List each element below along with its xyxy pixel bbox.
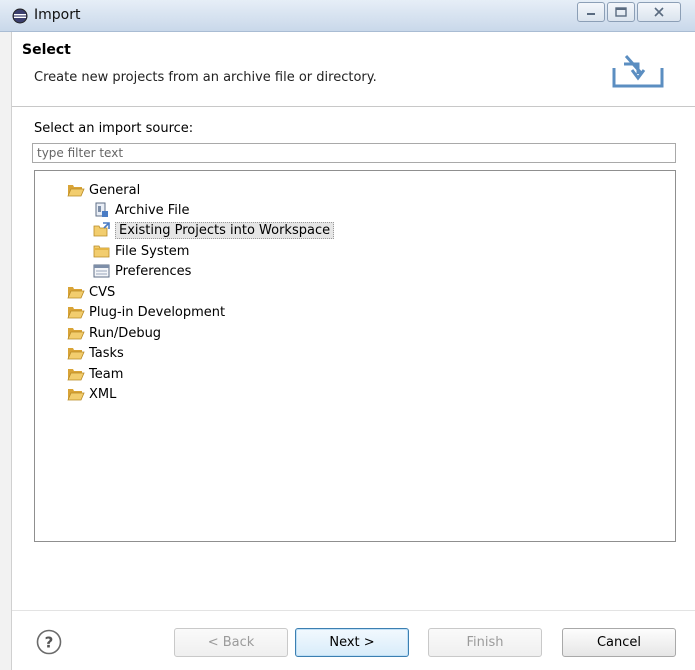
window-title: Import [34,7,81,23]
svg-text:?: ? [45,634,54,652]
minimize-button[interactable] [577,2,605,22]
tree-item-label: Archive File [115,202,190,218]
folder-open-icon [67,345,85,361]
page-title: Select [22,42,71,58]
tree-item-label: Tasks [89,345,124,361]
tree-item-tasks[interactable]: Tasks [67,343,124,363]
tree-item-team[interactable]: Team [67,364,123,384]
filter-input[interactable] [32,143,676,163]
tree-item-xml[interactable]: XML [67,384,116,404]
eclipse-icon [11,8,29,24]
tree-item-general[interactable]: General [67,180,140,200]
minimize-icon [587,13,595,15]
tree-item-label: Team [89,366,124,382]
tree-item-label: Preferences [115,263,192,279]
folder-open-icon [67,366,85,382]
finish-button[interactable]: Finish [428,628,542,657]
window-frame-left [0,32,12,670]
tree-item-preferences[interactable]: Preferences [93,261,191,281]
tree-item-run-debug[interactable]: Run/Debug [67,323,161,343]
tree-item-label: File System [115,243,190,259]
tree-item-existing-projects[interactable]: Existing Projects into Workspace [93,220,335,240]
folder-open-icon [67,325,85,341]
preferences-icon [93,263,111,279]
back-button[interactable]: < Back [174,628,288,657]
import-source-tree[interactable]: General Archive File Existing Projects i… [34,170,676,542]
folder-open-icon [67,386,85,402]
tree-item-label: General [89,182,141,198]
close-button[interactable] [637,2,681,22]
folder-open-icon [67,284,85,300]
wizard-content: Select an import source: General Archive… [12,108,695,670]
maximize-icon [615,7,627,17]
tree-item-file-system[interactable]: File System [93,241,189,261]
folder-closed-icon [93,243,111,259]
tree-item-cvs[interactable]: CVS [67,282,115,302]
cancel-button[interactable]: Cancel [562,628,676,657]
maximize-button[interactable] [607,2,635,22]
close-icon [654,7,664,17]
tree-item-label: CVS [89,284,116,300]
folder-open-icon [67,182,85,198]
archive-file-icon [93,202,111,218]
tree-item-label: XML [89,386,117,402]
tree-item-label: Run/Debug [89,325,162,341]
tree-item-plugin-development[interactable]: Plug-in Development [67,302,225,322]
wizard-button-bar: ? < Back Next > Finish Cancel [12,610,695,670]
import-wizard-icon [608,50,668,90]
next-button[interactable]: Next > [295,628,409,657]
help-icon: ? [36,629,62,655]
page-description: Create new projects from an archive file… [34,70,377,85]
folder-open-icon [67,304,85,320]
tree-item-label: Existing Projects into Workspace [115,221,335,239]
wizard-banner: Select Create new projects from an archi… [12,32,695,107]
project-import-icon [93,222,111,238]
title-bar: Import [0,0,695,32]
tree-item-archive-file[interactable]: Archive File [93,200,190,220]
help-button[interactable]: ? [36,629,62,655]
tree-item-label: Plug-in Development [89,304,226,320]
import-source-label: Select an import source: [34,121,194,136]
